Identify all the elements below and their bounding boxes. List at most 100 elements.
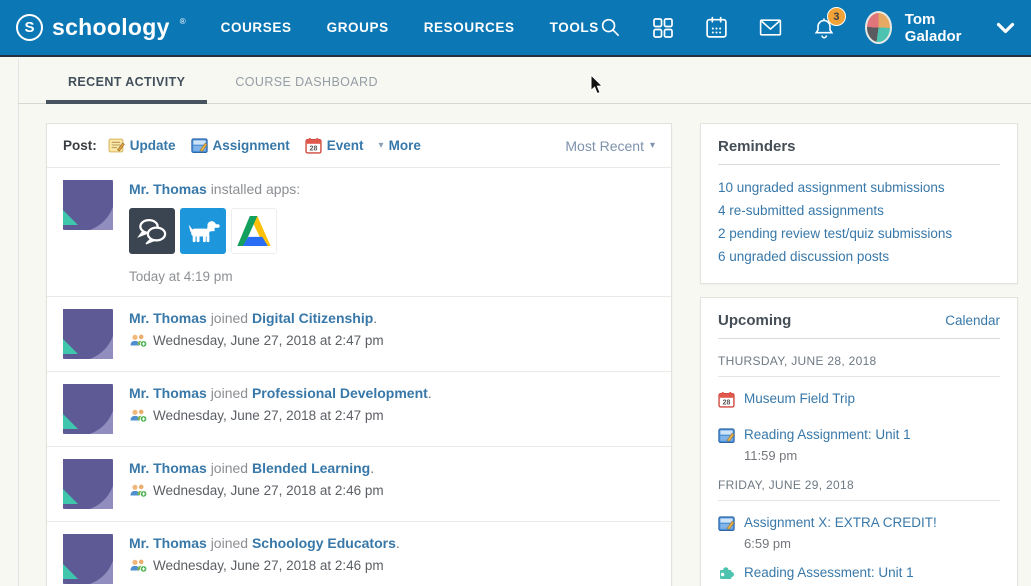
author-link[interactable]: Mr. Thomas xyxy=(129,385,207,401)
tab-strip: RECENT ACTIVITY COURSE DASHBOARD xyxy=(0,57,1031,104)
upcoming-event: Reading Assessment: Unit 1 11:59 pm xyxy=(718,564,1000,586)
reminder-link[interactable]: 10 ungraded assignment submissions xyxy=(718,176,1000,199)
search-icon[interactable] xyxy=(599,15,622,40)
installed-apps-row xyxy=(129,208,300,254)
event-link[interactable]: Reading Assignment: Unit 1 xyxy=(744,426,911,444)
sentence-period: . xyxy=(428,385,432,401)
user-avatar[interactable] xyxy=(865,11,892,44)
upcoming-title: Upcoming xyxy=(718,312,791,329)
reminders-card: Reminders 10 ungraded assignment submiss… xyxy=(700,123,1018,284)
sentence-period: . xyxy=(396,535,400,551)
author-link[interactable]: Mr. Thomas xyxy=(129,460,207,476)
post-more-button[interactable]: More xyxy=(389,138,421,153)
active-tab-underline xyxy=(46,100,207,104)
action-text: installed apps: xyxy=(211,181,301,197)
event-link[interactable]: Reading Assessment: Unit 1 xyxy=(744,564,914,582)
event-time: 11:59 pm xyxy=(744,448,911,463)
reminder-link[interactable]: 4 re-submitted assignments xyxy=(718,199,1000,222)
registered-mark: ® xyxy=(180,17,186,26)
avatar[interactable] xyxy=(63,180,113,230)
event-icon: 28 xyxy=(305,137,322,154)
nav-item-resources[interactable]: RESOURCES xyxy=(424,20,515,35)
sentence-period: . xyxy=(370,460,374,476)
timestamp: Wednesday, June 27, 2018 at 2:46 pm xyxy=(153,483,384,498)
post-assignment-label: Assignment xyxy=(213,138,290,153)
author-link[interactable]: Mr. Thomas xyxy=(129,310,207,326)
timestamp: Wednesday, June 27, 2018 at 2:47 pm xyxy=(153,408,384,423)
feed-item-joined: Mr. Thomas joined Digital Citizenship. W… xyxy=(47,296,671,371)
action-text: joined xyxy=(211,535,248,551)
assignment-icon xyxy=(191,137,208,154)
reminders-list: 10 ungraded assignment submissions 4 re-… xyxy=(718,176,1000,268)
feed-item-joined: Mr. Thomas joined Blended Learning. Wedn… xyxy=(47,446,671,521)
feed-item-joined: Mr. Thomas joined Professional Developme… xyxy=(47,371,671,446)
activity-feed-card: Post: Update Assignment 28 Event ▾ More … xyxy=(46,123,672,586)
nav-right-cluster: 3 Tom Galador xyxy=(599,11,1015,45)
tab-course-dashboard-label: COURSE DASHBOARD xyxy=(235,75,378,89)
top-navbar: S schoology ® COURSES GROUPS RESOURCES TO… xyxy=(0,0,1031,57)
reminder-link[interactable]: 2 pending review test/quiz submissions xyxy=(718,222,1000,245)
nav-item-tools[interactable]: TOOLS xyxy=(550,20,599,35)
upcoming-card: Upcoming Calendar THURSDAY, JUNE 28, 201… xyxy=(700,297,1018,586)
event-link[interactable]: Museum Field Trip xyxy=(744,390,855,408)
action-text: joined xyxy=(211,460,248,476)
event-icon: 28 xyxy=(718,391,735,408)
update-icon xyxy=(108,137,125,154)
group-link[interactable]: Schoology Educators xyxy=(252,535,396,551)
chat-app-icon[interactable] xyxy=(129,208,175,254)
timestamp: Wednesday, June 27, 2018 at 2:46 pm xyxy=(153,558,384,573)
sentence-period: . xyxy=(373,310,377,326)
calendar-icon[interactable] xyxy=(704,15,729,40)
notifications-bell-icon[interactable]: 3 xyxy=(812,15,836,40)
tab-course-dashboard[interactable]: COURSE DASHBOARD xyxy=(213,75,400,104)
group-link[interactable]: Blended Learning xyxy=(252,460,370,476)
post-assignment-button[interactable]: Assignment xyxy=(191,137,290,154)
more-caret-icon: ▾ xyxy=(379,140,384,151)
main-content: Post: Update Assignment 28 Event ▾ More … xyxy=(0,123,1031,586)
tab-recent-activity[interactable]: RECENT ACTIVITY xyxy=(46,75,207,104)
feed-item-installed-apps: Mr. Thomas installed apps: Today at 4:19… xyxy=(47,168,671,296)
avatar[interactable] xyxy=(63,384,113,434)
apps-grid-icon[interactable] xyxy=(651,15,675,40)
avatar[interactable] xyxy=(63,309,113,359)
tab-recent-activity-label: RECENT ACTIVITY xyxy=(68,75,185,89)
member-join-icon xyxy=(129,483,147,498)
event-time: 6:59 pm xyxy=(744,536,937,551)
user-name[interactable]: Tom Galador xyxy=(905,11,977,45)
calendar-link[interactable]: Calendar xyxy=(945,313,1000,328)
action-text: joined xyxy=(211,385,248,401)
post-composer: Post: Update Assignment 28 Event ▾ More … xyxy=(47,124,671,168)
schoology-logo[interactable]: S schoology ® xyxy=(16,14,185,41)
post-event-label: Event xyxy=(327,138,364,153)
event-link[interactable]: Assignment X: EXTRA CREDIT! xyxy=(744,514,937,532)
chevron-down-icon[interactable] xyxy=(996,21,1015,35)
nav-item-courses[interactable]: COURSES xyxy=(221,20,292,35)
content-left-border xyxy=(18,59,19,586)
avatar[interactable] xyxy=(63,534,113,584)
reminder-link[interactable]: 6 ungraded discussion posts xyxy=(718,245,1000,268)
assignment-icon xyxy=(718,427,735,444)
messages-icon[interactable] xyxy=(758,15,783,40)
notification-count-badge[interactable]: 3 xyxy=(827,7,846,26)
sort-dropdown[interactable]: Most Recent ▾ xyxy=(565,138,655,154)
sort-caret-icon: ▾ xyxy=(650,140,655,151)
member-join-icon xyxy=(129,408,147,423)
post-event-button[interactable]: 28 Event xyxy=(305,137,364,154)
dog-app-icon[interactable] xyxy=(180,208,226,254)
avatar[interactable] xyxy=(63,459,113,509)
schoology-logo-icon: S xyxy=(16,14,43,41)
feed-item-joined: Mr. Thomas joined Schoology Educators. W… xyxy=(47,521,671,586)
google-drive-icon[interactable] xyxy=(231,208,277,254)
puzzle-icon xyxy=(718,565,734,581)
post-update-button[interactable]: Update xyxy=(108,137,176,154)
group-link[interactable]: Professional Development xyxy=(252,385,428,401)
nav-item-groups[interactable]: GROUPS xyxy=(327,20,389,35)
author-link[interactable]: Mr. Thomas xyxy=(129,535,207,551)
group-link[interactable]: Digital Citizenship xyxy=(252,310,373,326)
author-link[interactable]: Mr. Thomas xyxy=(129,181,207,197)
sort-dropdown-label: Most Recent xyxy=(565,138,644,154)
action-text: joined xyxy=(211,310,248,326)
timestamp: Today at 4:19 pm xyxy=(129,269,300,284)
upcoming-event: 28 Museum Field Trip xyxy=(718,390,1000,413)
brand-wordmark: schoology xyxy=(52,14,170,41)
